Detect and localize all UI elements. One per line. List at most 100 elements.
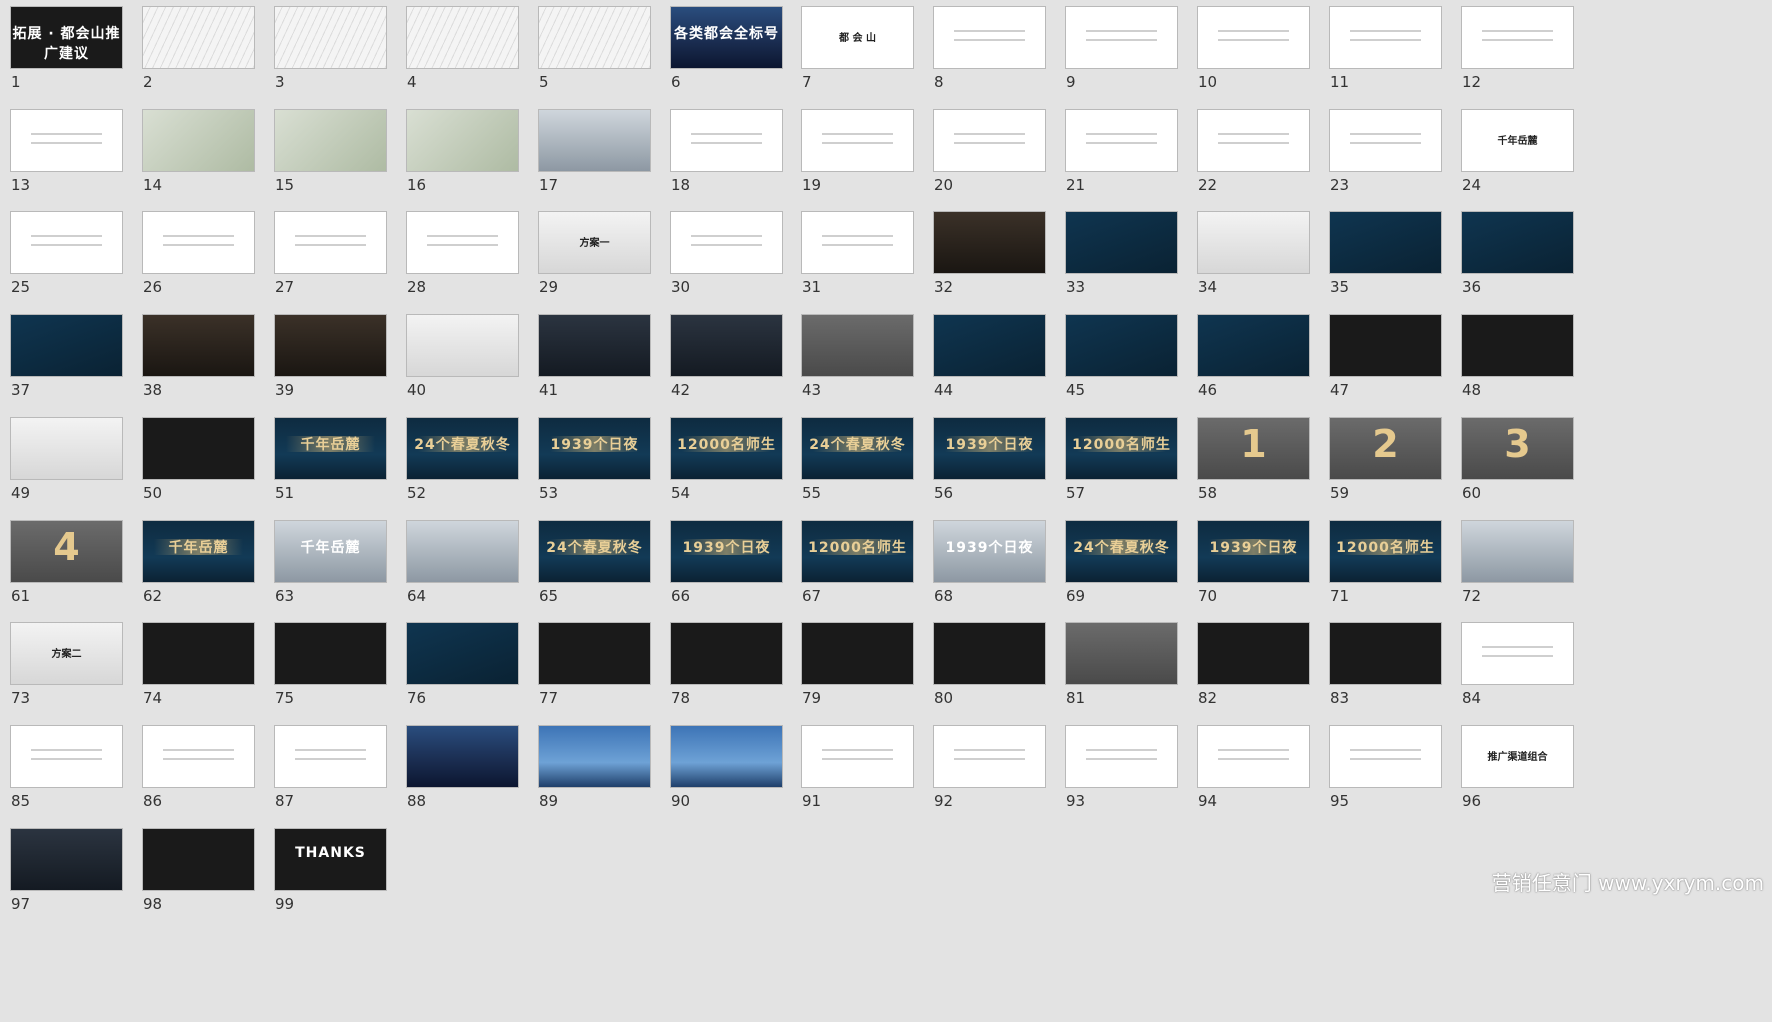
slide-thumbnail[interactable] — [1329, 622, 1442, 685]
slide-thumbnail-item[interactable]: 1939个日夜 56 — [933, 417, 1046, 502]
slide-thumbnail[interactable]: 都 会 山 — [801, 6, 914, 69]
slide-thumbnail[interactable]: 12000名师生 — [1329, 520, 1442, 583]
slide-thumbnail[interactable]: 千年岳麓 — [274, 520, 387, 583]
slide-thumbnail-item[interactable]: 94 — [1197, 725, 1310, 810]
slide-thumbnail[interactable] — [670, 211, 783, 274]
slide-thumbnail-item[interactable]: 1939个日夜 53 — [538, 417, 651, 502]
slide-thumbnail-item[interactable]: 75 — [274, 622, 387, 707]
slide-thumbnail-item[interactable]: 5 — [538, 6, 651, 91]
slide-thumbnail-item[interactable]: 1939个日夜 66 — [670, 520, 783, 605]
slide-thumbnail-item[interactable]: 27 — [274, 211, 387, 296]
slide-thumbnail[interactable] — [801, 622, 914, 685]
slide-thumbnail[interactable] — [274, 622, 387, 685]
slide-thumbnail-item[interactable]: 83 — [1329, 622, 1442, 707]
slide-thumbnail-item[interactable]: 39 — [274, 314, 387, 399]
slide-thumbnail-item[interactable]: 32 — [933, 211, 1046, 296]
slide-thumbnail[interactable] — [933, 314, 1046, 377]
slide-thumbnail[interactable] — [142, 622, 255, 685]
slide-thumbnail[interactable] — [406, 520, 519, 583]
slide-thumbnail-item[interactable]: 9 — [1065, 6, 1178, 91]
slide-thumbnail[interactable] — [10, 417, 123, 480]
slide-thumbnail-item[interactable]: 44 — [933, 314, 1046, 399]
slide-thumbnail-item[interactable]: 推广渠道组合 96 — [1461, 725, 1574, 810]
slide-thumbnail[interactable] — [142, 314, 255, 377]
slide-thumbnail[interactable]: 24个春夏秋冬 — [406, 417, 519, 480]
slide-thumbnail[interactable] — [670, 109, 783, 172]
slide-thumbnail[interactable] — [274, 725, 387, 788]
slide-thumbnail-item[interactable]: 72 — [1461, 520, 1574, 605]
slide-thumbnail[interactable] — [933, 211, 1046, 274]
slide-thumbnail-item[interactable]: 91 — [801, 725, 914, 810]
slide-thumbnail-item[interactable]: 4 — [406, 6, 519, 91]
slide-thumbnail[interactable] — [933, 622, 1046, 685]
slide-thumbnail[interactable] — [801, 314, 914, 377]
slide-thumbnail-item[interactable]: 18 — [670, 109, 783, 194]
slide-thumbnail[interactable] — [538, 622, 651, 685]
slide-thumbnail[interactable] — [274, 109, 387, 172]
slide-thumbnail[interactable] — [933, 725, 1046, 788]
slide-thumbnail-item[interactable]: 84 — [1461, 622, 1574, 707]
slide-thumbnail-item[interactable]: 2 — [142, 6, 255, 91]
slide-thumbnail-item[interactable]: 80 — [933, 622, 1046, 707]
slide-thumbnail[interactable] — [10, 109, 123, 172]
slide-thumbnail[interactable] — [1065, 314, 1178, 377]
slide-thumbnail[interactable] — [933, 109, 1046, 172]
slide-thumbnail-item[interactable]: 1939个日夜 68 — [933, 520, 1046, 605]
slide-thumbnail[interactable]: 方案二 — [10, 622, 123, 685]
slide-thumbnail[interactable] — [1065, 622, 1178, 685]
slide-thumbnail[interactable] — [1461, 6, 1574, 69]
slide-thumbnail[interactable] — [10, 211, 123, 274]
slide-thumbnail[interactable]: 12000名师生 — [801, 520, 914, 583]
slide-thumbnail-item[interactable]: 10 — [1197, 6, 1310, 91]
slide-thumbnail[interactable] — [1329, 211, 1442, 274]
slide-thumbnail-item[interactable]: 41 — [538, 314, 651, 399]
slide-thumbnail[interactable] — [538, 6, 651, 69]
slide-thumbnail[interactable] — [538, 725, 651, 788]
slide-thumbnail-item[interactable]: 86 — [142, 725, 255, 810]
slide-thumbnail[interactable]: 3 — [1461, 417, 1574, 480]
slide-thumbnail[interactable] — [274, 314, 387, 377]
slide-thumbnail[interactable]: 1939个日夜 — [933, 520, 1046, 583]
slide-thumbnail-item[interactable]: 50 — [142, 417, 255, 502]
slide-thumbnail-item[interactable]: 45 — [1065, 314, 1178, 399]
slide-thumbnail-item[interactable]: 43 — [801, 314, 914, 399]
slide-thumbnail-item[interactable]: 42 — [670, 314, 783, 399]
slide-thumbnail[interactable] — [801, 725, 914, 788]
slide-thumbnail[interactable] — [1065, 109, 1178, 172]
slide-thumbnail-item[interactable]: 37 — [10, 314, 123, 399]
slide-thumbnail[interactable] — [801, 109, 914, 172]
slide-thumbnail[interactable] — [142, 6, 255, 69]
slide-thumbnail[interactable] — [1197, 725, 1310, 788]
slide-thumbnail[interactable] — [933, 6, 1046, 69]
slide-thumbnail[interactable]: 推广渠道组合 — [1461, 725, 1574, 788]
slide-thumbnail-item[interactable]: 23 — [1329, 109, 1442, 194]
slide-thumbnail-item[interactable]: 12000名师生 67 — [801, 520, 914, 605]
slide-thumbnail-item[interactable]: 3 — [274, 6, 387, 91]
slide-thumbnail-item[interactable]: 48 — [1461, 314, 1574, 399]
slide-thumbnail[interactable]: 24个春夏秋冬 — [801, 417, 914, 480]
slide-thumbnail-item[interactable]: 13 — [10, 109, 123, 194]
slide-thumbnail[interactable] — [1197, 622, 1310, 685]
slide-thumbnail-item[interactable]: 92 — [933, 725, 1046, 810]
slide-thumbnail[interactable]: 4 — [10, 520, 123, 583]
slide-thumbnail-item[interactable]: 拓展 · 都会山推广建议 1 — [10, 6, 123, 91]
slide-thumbnail-item[interactable]: 30 — [670, 211, 783, 296]
slide-thumbnail[interactable] — [142, 725, 255, 788]
slide-thumbnail[interactable] — [142, 211, 255, 274]
slide-thumbnail-item[interactable]: 20 — [933, 109, 1046, 194]
slide-thumbnail-item[interactable]: 24个春夏秋冬 65 — [538, 520, 651, 605]
slide-thumbnail[interactable] — [1461, 622, 1574, 685]
slide-thumbnail-item[interactable]: 17 — [538, 109, 651, 194]
slide-thumbnail[interactable] — [10, 314, 123, 377]
slide-thumbnail[interactable]: 2 — [1329, 417, 1442, 480]
slide-thumbnail[interactable] — [801, 211, 914, 274]
slide-thumbnail-item[interactable]: 33 — [1065, 211, 1178, 296]
slide-thumbnail[interactable] — [1461, 314, 1574, 377]
slide-thumbnail-item[interactable]: 88 — [406, 725, 519, 810]
slide-thumbnail-item[interactable]: 各类都会全标号 6 — [670, 6, 783, 91]
slide-thumbnail[interactable]: 12000名师生 — [1065, 417, 1178, 480]
slide-thumbnail[interactable] — [1329, 314, 1442, 377]
slide-thumbnail[interactable] — [1329, 6, 1442, 69]
slide-thumbnail-item[interactable]: 64 — [406, 520, 519, 605]
slide-thumbnail[interactable]: 1939个日夜 — [1197, 520, 1310, 583]
